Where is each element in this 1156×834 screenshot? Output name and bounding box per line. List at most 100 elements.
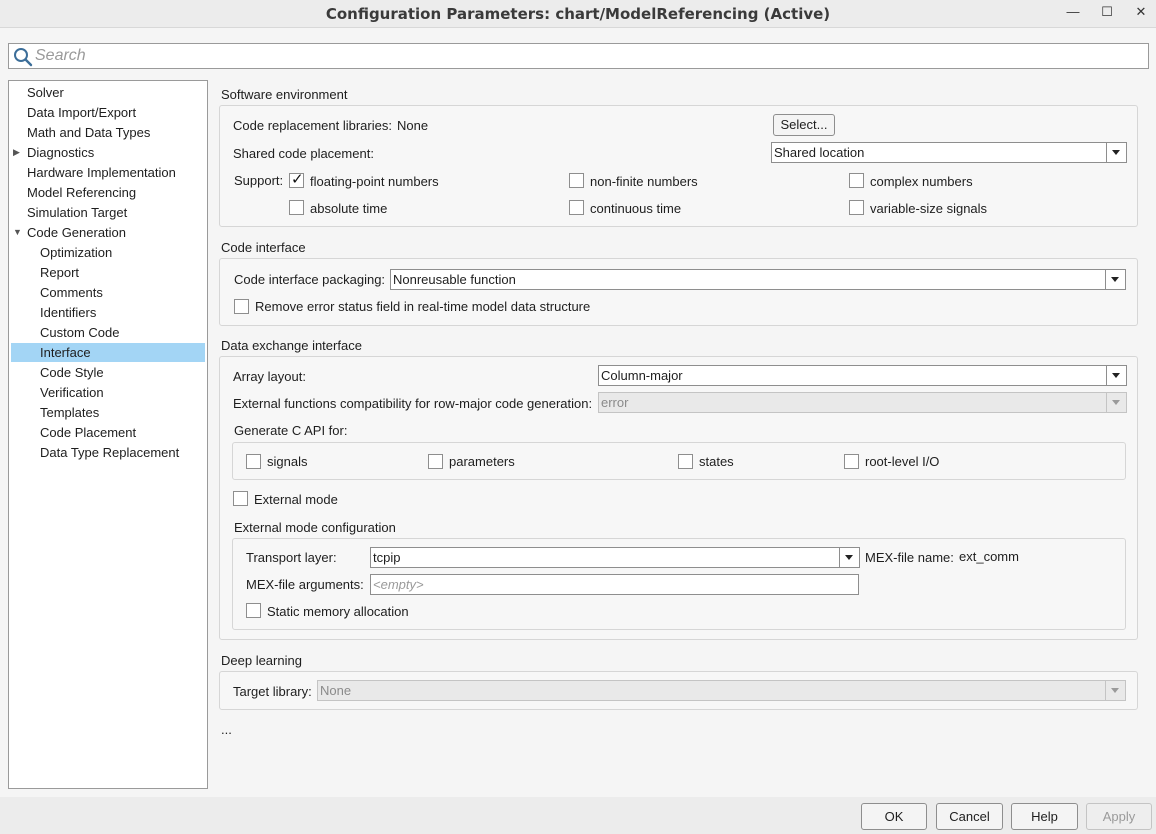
search-box[interactable] — [8, 43, 1149, 69]
states-label: states — [699, 454, 734, 469]
expand-arrow-icon[interactable]: ▶ — [13, 143, 23, 162]
dialog-footer: OK Cancel Help Apply — [0, 797, 1156, 834]
tree-item-interface[interactable]: Interface — [11, 343, 205, 362]
variable-size-checkbox[interactable] — [849, 200, 864, 215]
tree-item-diagnostics[interactable]: Diagnostics — [27, 143, 94, 162]
chevron-down-icon — [1105, 681, 1125, 700]
tree-item-code-generation[interactable]: Code Generation — [27, 223, 126, 242]
floating-point-checkbox[interactable]: ✓ — [289, 171, 304, 188]
complex-numbers-checkbox[interactable] — [849, 173, 864, 188]
signals-label: signals — [267, 454, 308, 469]
collapse-arrow-icon[interactable]: ▼ — [13, 223, 23, 242]
shared-code-dropdown[interactable]: Shared location — [771, 142, 1127, 163]
absolute-time-label: absolute time — [310, 201, 388, 216]
continuous-time-label: continuous time — [590, 201, 682, 216]
title-bar: Configuration Parameters: chart/ModelRef… — [0, 0, 1156, 28]
packaging-value: Nonreusable function — [393, 272, 516, 287]
continuous-time-checkbox[interactable] — [569, 200, 584, 215]
parameters-checkbox[interactable] — [428, 454, 443, 469]
c-api-group: signals parameters states root-level I/O — [232, 442, 1126, 480]
ext-config-heading: External mode configuration — [234, 520, 396, 535]
tree-item-data-import-export[interactable]: Data Import/Export — [27, 103, 136, 122]
array-layout-value: Column-major — [601, 368, 683, 383]
software-environment-group: Code replacement libraries: None Select.… — [219, 105, 1138, 227]
deep-learning-group: Target library: None — [219, 671, 1138, 710]
transport-label: Transport layer: — [246, 550, 337, 565]
remove-error-checkbox[interactable] — [234, 299, 249, 314]
code-replacement-label: Code replacement libraries: — [233, 118, 392, 133]
window-title: Configuration Parameters: chart/ModelRef… — [325, 5, 831, 23]
tree-item-templates[interactable]: Templates — [40, 403, 99, 422]
select-button[interactable]: Select... — [773, 114, 835, 136]
tree-item-code-style[interactable]: Code Style — [40, 363, 104, 382]
ext-config-group: Transport layer: tcpip MEX-file name: ex… — [232, 538, 1126, 630]
apply-button[interactable]: Apply — [1086, 803, 1152, 830]
tree-item-math-data-types[interactable]: Math and Data Types — [27, 123, 150, 142]
target-library-value: None — [320, 683, 352, 698]
root-level-io-checkbox[interactable] — [844, 454, 859, 469]
checkmark-icon: ✓ — [291, 171, 304, 188]
help-button[interactable]: Help — [1011, 803, 1078, 830]
chevron-down-icon[interactable] — [1106, 143, 1126, 162]
packaging-label: Code interface packaging: — [234, 272, 386, 287]
ext-func-label: External functions compatibility for row… — [233, 396, 593, 411]
tree-item-hardware-implementation[interactable]: Hardware Implementation — [27, 163, 176, 182]
category-tree: Solver Data Import/Export Math and Data … — [8, 80, 208, 789]
tree-item-model-referencing[interactable]: Model Referencing — [27, 183, 136, 202]
external-mode-checkbox[interactable] — [233, 491, 248, 506]
tree-item-identifiers[interactable]: Identifiers — [40, 303, 96, 322]
non-finite-checkbox[interactable] — [569, 173, 584, 188]
tree-item-data-type-replacement[interactable]: Data Type Replacement — [40, 443, 179, 462]
chevron-down-icon[interactable] — [1105, 270, 1125, 289]
target-library-label: Target library: — [233, 684, 312, 699]
tree-item-code-placement[interactable]: Code Placement — [40, 423, 136, 442]
mex-args-input[interactable] — [373, 576, 856, 593]
remove-error-label: Remove error status field in real-time m… — [255, 299, 591, 314]
code-replacement-value: None — [397, 118, 429, 133]
close-icon[interactable]: ✕ — [1131, 4, 1151, 22]
c-api-label: Generate C API for: — [234, 423, 348, 438]
minimize-icon[interactable]: — — [1063, 4, 1083, 22]
shared-code-label: Shared code placement: — [233, 146, 374, 161]
array-layout-dropdown[interactable]: Column-major — [598, 365, 1127, 386]
signals-checkbox[interactable] — [246, 454, 261, 469]
data-exchange-group: Array layout: Column-major External func… — [219, 356, 1138, 640]
search-icon — [14, 48, 33, 67]
non-finite-label: non-finite numbers — [590, 174, 698, 189]
chevron-down-icon[interactable] — [839, 548, 859, 567]
more-ellipsis: ... — [221, 722, 232, 737]
floating-point-label: floating-point numbers — [310, 174, 439, 189]
tree-item-verification[interactable]: Verification — [40, 383, 104, 402]
deep-learning-heading: Deep learning — [221, 653, 302, 668]
states-checkbox[interactable] — [678, 454, 693, 469]
search-input[interactable] — [35, 46, 1135, 66]
parameters-label: parameters — [449, 454, 515, 469]
mex-args-label: MEX-file arguments: — [246, 577, 364, 592]
absolute-time-checkbox[interactable] — [289, 200, 304, 215]
target-library-dropdown: None — [317, 680, 1126, 701]
ok-button[interactable]: OK — [861, 803, 927, 830]
tree-item-simulation-target[interactable]: Simulation Target — [27, 203, 127, 222]
transport-dropdown[interactable]: tcpip — [370, 547, 860, 568]
static-memory-label: Static memory allocation — [267, 604, 409, 619]
cancel-button[interactable]: Cancel — [936, 803, 1003, 830]
tree-item-optimization[interactable]: Optimization — [40, 243, 112, 262]
maximize-icon[interactable]: ☐ — [1097, 4, 1117, 22]
tree-item-custom-code[interactable]: Custom Code — [40, 323, 119, 342]
variable-size-label: variable-size signals — [870, 201, 988, 216]
static-memory-checkbox[interactable] — [246, 603, 261, 618]
data-exchange-heading: Data exchange interface — [221, 338, 362, 353]
complex-numbers-label: complex numbers — [870, 174, 973, 189]
mex-name-value: ext_comm — [959, 549, 1019, 564]
mex-name-label: MEX-file name: — [865, 550, 954, 565]
ext-func-value: error — [601, 395, 629, 410]
tree-item-solver[interactable]: Solver — [27, 83, 64, 102]
chevron-down-icon[interactable] — [1106, 366, 1126, 385]
external-mode-label: External mode — [254, 492, 338, 507]
root-level-io-label: root-level I/O — [865, 454, 940, 469]
packaging-dropdown[interactable]: Nonreusable function — [390, 269, 1126, 290]
tree-item-comments[interactable]: Comments — [40, 283, 103, 302]
mex-args-field[interactable] — [370, 574, 859, 595]
code-interface-group: Code interface packaging: Nonreusable fu… — [219, 258, 1138, 326]
tree-item-report[interactable]: Report — [40, 263, 79, 282]
